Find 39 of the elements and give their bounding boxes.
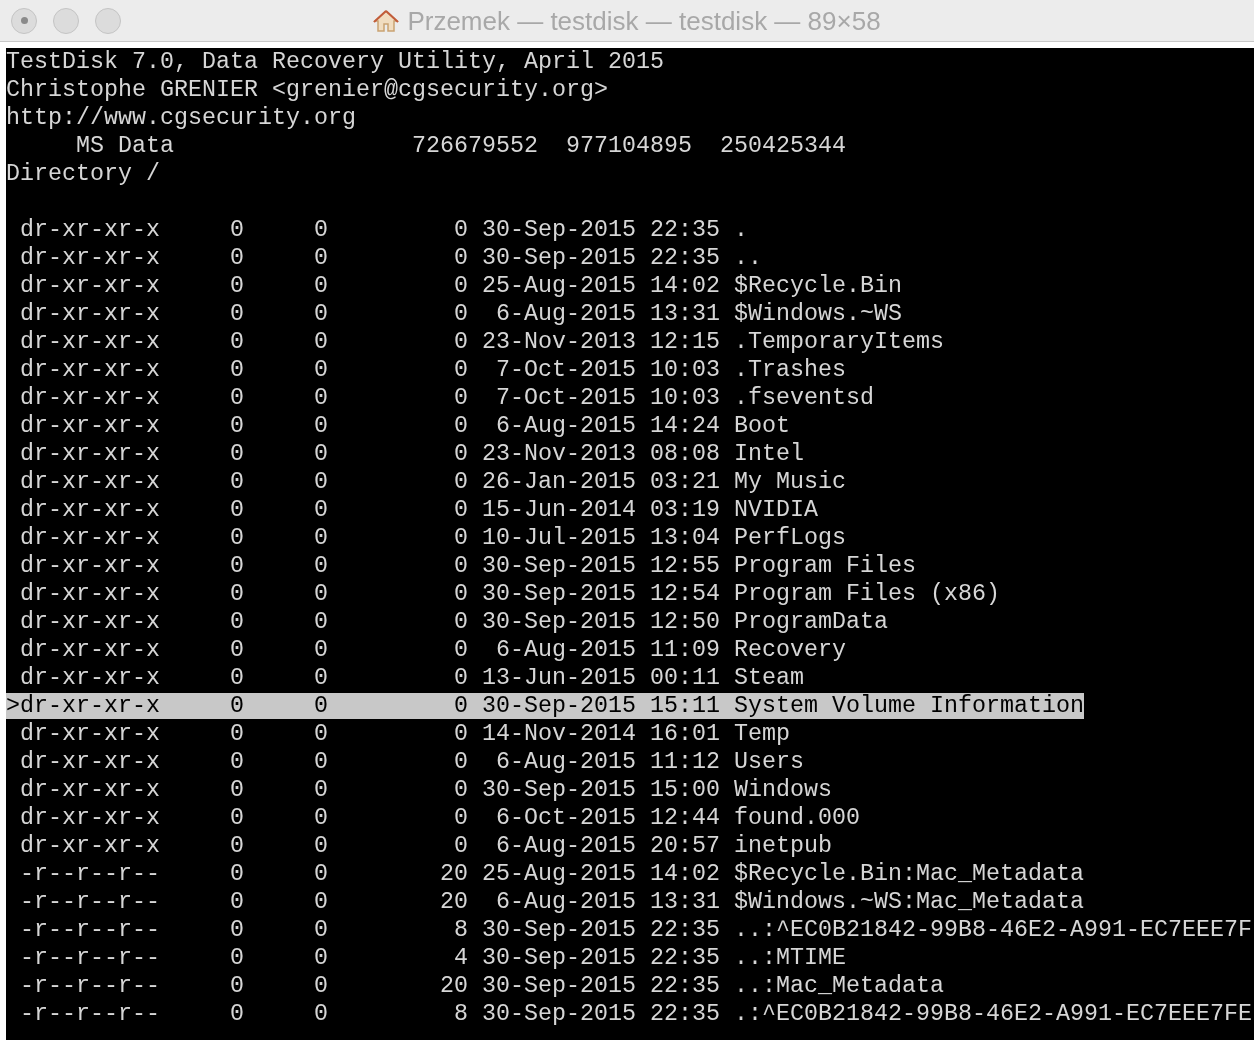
file-row[interactable]: dr-xr-xr-x 0 0 0 6-Aug-2015 11:09 Recovery: [6, 637, 846, 663]
file-row[interactable]: dr-xr-xr-x 0 0 0 30-Sep-2015 12:50 ProgramData: [6, 609, 888, 635]
window-title: Przemek — testdisk — testdisk — 89×58: [407, 4, 881, 38]
file-row[interactable]: dr-xr-xr-x 0 0 0 23-Nov-2013 12:15 .TemporaryItems: [6, 329, 944, 355]
file-row[interactable]: dr-xr-xr-x 0 0 0 7-Oct-2015 10:03 .fseventsd: [6, 385, 874, 411]
file-row[interactable]: dr-xr-xr-x 0 0 0 25-Aug-2015 14:02 $Recycle.Bin: [6, 273, 902, 299]
header-line: Directory /: [6, 161, 160, 187]
header-line: MS Data 726679552 977104895 250425344: [75, 133, 846, 159]
file-row[interactable]: dr-xr-xr-x 0 0 0 13-Jun-2015 00:11 Steam: [6, 665, 804, 691]
file-row[interactable]: dr-xr-xr-x 0 0 0 6-Aug-2015 13:31 $Windows.~WS: [6, 301, 902, 327]
file-row[interactable]: -r--r--r-- 0 0 8 30-Sep-2015 22:35 .:^EC0B21842-99B8-46E2-A991-EC7EEE7FE: [6, 1001, 1252, 1027]
selected-file-row[interactable]: >dr-xr-xr-x 0 0 0 30-Sep-2015 15:11 System Volume Information: [6, 693, 1084, 719]
header-line: TestDisk 7.0, Data Recovery Utility, April 2015: [6, 49, 664, 75]
file-row[interactable]: dr-xr-xr-x 0 0 0 30-Sep-2015 22:35 .: [6, 217, 748, 243]
file-row[interactable]: dr-xr-xr-x 0 0 0 30-Sep-2015 15:00 Windows: [6, 777, 832, 803]
close-button[interactable]: [11, 7, 37, 34]
file-row[interactable]: dr-xr-xr-x 0 0 0 30-Sep-2015 12:54 Program Files (x86): [6, 581, 1000, 607]
file-row[interactable]: -r--r--r-- 0 0 20 6-Aug-2015 13:31 $Windows.~WS:Mac_Metadata: [6, 889, 1084, 915]
file-row[interactable]: dr-xr-xr-x 0 0 0 6-Aug-2015 14:24 Boot: [6, 413, 790, 439]
minimize-button[interactable]: [53, 7, 79, 34]
file-row[interactable]: -r--r--r-- 0 0 8 30-Sep-2015 22:35 ..:^EC0B21842-99B8-46E2-A991-EC7EEE7F: [6, 917, 1252, 943]
file-row[interactable]: dr-xr-xr-x 0 0 0 30-Sep-2015 22:35 ..: [6, 245, 762, 271]
home-icon: [373, 9, 400, 33]
file-row[interactable]: dr-xr-xr-x 0 0 0 6-Aug-2015 11:12 Users: [6, 749, 804, 775]
file-row[interactable]: dr-xr-xr-x 0 0 0 6-Oct-2015 12:44 found.000: [6, 805, 860, 831]
file-row[interactable]: dr-xr-xr-x 0 0 0 7-Oct-2015 10:03 .Trashes: [6, 357, 846, 383]
file-row[interactable]: -r--r--r-- 0 0 20 30-Sep-2015 22:35 ..:Mac_Metadata: [6, 973, 944, 999]
zoom-button[interactable]: [95, 7, 121, 34]
file-row[interactable]: dr-xr-xr-x 0 0 0 30-Sep-2015 12:55 Program Files: [6, 553, 916, 579]
file-row[interactable]: dr-xr-xr-x 0 0 0 14-Nov-2014 16:01 Temp: [6, 721, 790, 747]
file-row[interactable]: dr-xr-xr-x 0 0 0 26-Jan-2015 03:21 My Music: [6, 469, 846, 495]
header-line: Christophe GRENIER <grenier@cgsecurity.org>: [6, 77, 608, 103]
file-row[interactable]: dr-xr-xr-x 0 0 0 23-Nov-2013 08:08 Intel: [6, 441, 804, 467]
file-row[interactable]: dr-xr-xr-x 0 0 0 6-Aug-2015 20:57 inetpub: [6, 833, 832, 859]
file-row[interactable]: dr-xr-xr-x 0 0 0 10-Jul-2015 13:04 PerfLogs: [6, 525, 846, 551]
file-row[interactable]: -r--r--r-- 0 0 4 30-Sep-2015 22:35 ..:MTIME: [6, 945, 846, 971]
file-row[interactable]: dr-xr-xr-x 0 0 0 15-Jun-2014 03:19 NVIDIA: [6, 497, 818, 523]
file-row[interactable]: -r--r--r-- 0 0 20 25-Aug-2015 14:02 $Recycle.Bin:Mac_Metadata: [6, 861, 1084, 887]
header-line: http://www.cgsecurity.org: [6, 105, 356, 131]
